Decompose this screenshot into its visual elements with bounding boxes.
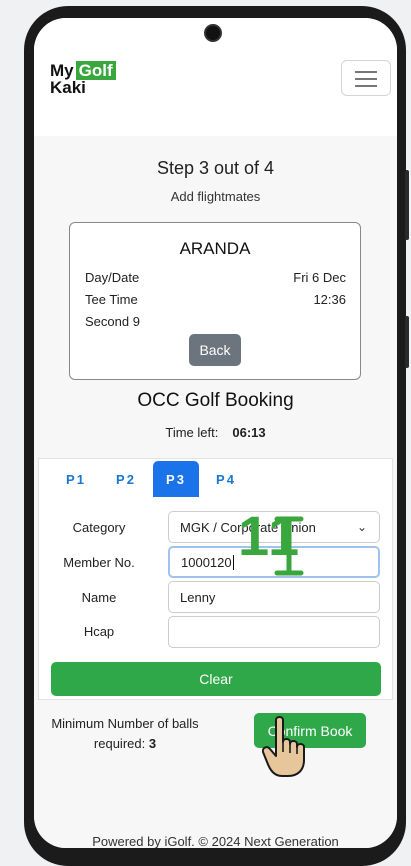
- back-button[interactable]: Back: [189, 334, 241, 366]
- hamburger-menu-button[interactable]: [341, 60, 391, 96]
- mygolfkaki-logo[interactable]: My Golf Kaki: [50, 61, 116, 97]
- booking-summary-card: ARANDA Day/Date Fri 6 Dec Tee Time 12:36…: [69, 222, 361, 380]
- flightmate-form-panel: P1 P2 P3 P4 Category MGK / Corporate Uni…: [38, 458, 393, 700]
- volume-button: [405, 170, 409, 240]
- minimum-balls-value: 3: [148, 736, 157, 751]
- name-label: Name: [81, 590, 117, 605]
- text-caret: [232, 554, 234, 570]
- chevron-down-icon: ⌄: [356, 520, 367, 534]
- tee-time-row: Tee Time 12:36: [85, 292, 346, 307]
- text-cursor-icon: [274, 516, 304, 576]
- tab-p3[interactable]: P3: [153, 461, 199, 497]
- tab-p4[interactable]: P4: [203, 461, 249, 497]
- step-subtitle: Add flightmates: [170, 189, 261, 204]
- time-left: Time left: 06:13: [34, 425, 397, 440]
- nine-row: Second 9: [85, 314, 346, 329]
- booking-main: Step 3 out of 4 Add flightmates ARANDA D…: [34, 136, 397, 848]
- power-button: [405, 316, 409, 368]
- logo-kaki: Kaki: [50, 78, 86, 97]
- member-no-value: 1000120: [181, 554, 232, 570]
- tee-time-value: 12:36: [313, 292, 346, 307]
- step-title: Step 3 out of 4: [156, 158, 275, 178]
- minimum-balls-note: Minimum Number of balls required: 3: [50, 714, 200, 754]
- phone-screen: My Golf Kaki Step 3 out of 4 Add flightma…: [34, 18, 397, 848]
- time-left-label: Time left:: [165, 425, 219, 440]
- day-date-row: Day/Date Fri 6 Dec: [85, 270, 346, 285]
- club-name: ARANDA: [179, 239, 251, 258]
- hcap-label: Hcap: [83, 624, 115, 639]
- name-input[interactable]: Lenny: [168, 581, 380, 613]
- clear-button[interactable]: Clear: [51, 662, 381, 696]
- tab-p2[interactable]: P2: [103, 461, 149, 497]
- pointing-hand-icon: [262, 716, 305, 777]
- day-date-label: Day/Date: [85, 270, 140, 285]
- tab-p1[interactable]: P1: [53, 461, 99, 497]
- category-label: Category: [72, 520, 126, 535]
- tee-time-label: Tee Time: [85, 292, 138, 307]
- footer-credit: Powered by iGolf. © 2024 Next Generation: [92, 834, 339, 848]
- booking-title: OCC Golf Booking: [137, 390, 294, 411]
- day-date-value: Fri 6 Dec: [293, 270, 346, 285]
- minimum-balls-label: Minimum Number of balls required:: [51, 716, 199, 751]
- time-left-value: 06:13: [232, 425, 266, 440]
- name-value: Lenny: [180, 589, 216, 605]
- front-camera: [204, 24, 222, 42]
- hcap-input[interactable]: [168, 616, 380, 648]
- member-no-label: Member No.: [63, 555, 135, 570]
- nine-label: Second 9: [85, 314, 140, 329]
